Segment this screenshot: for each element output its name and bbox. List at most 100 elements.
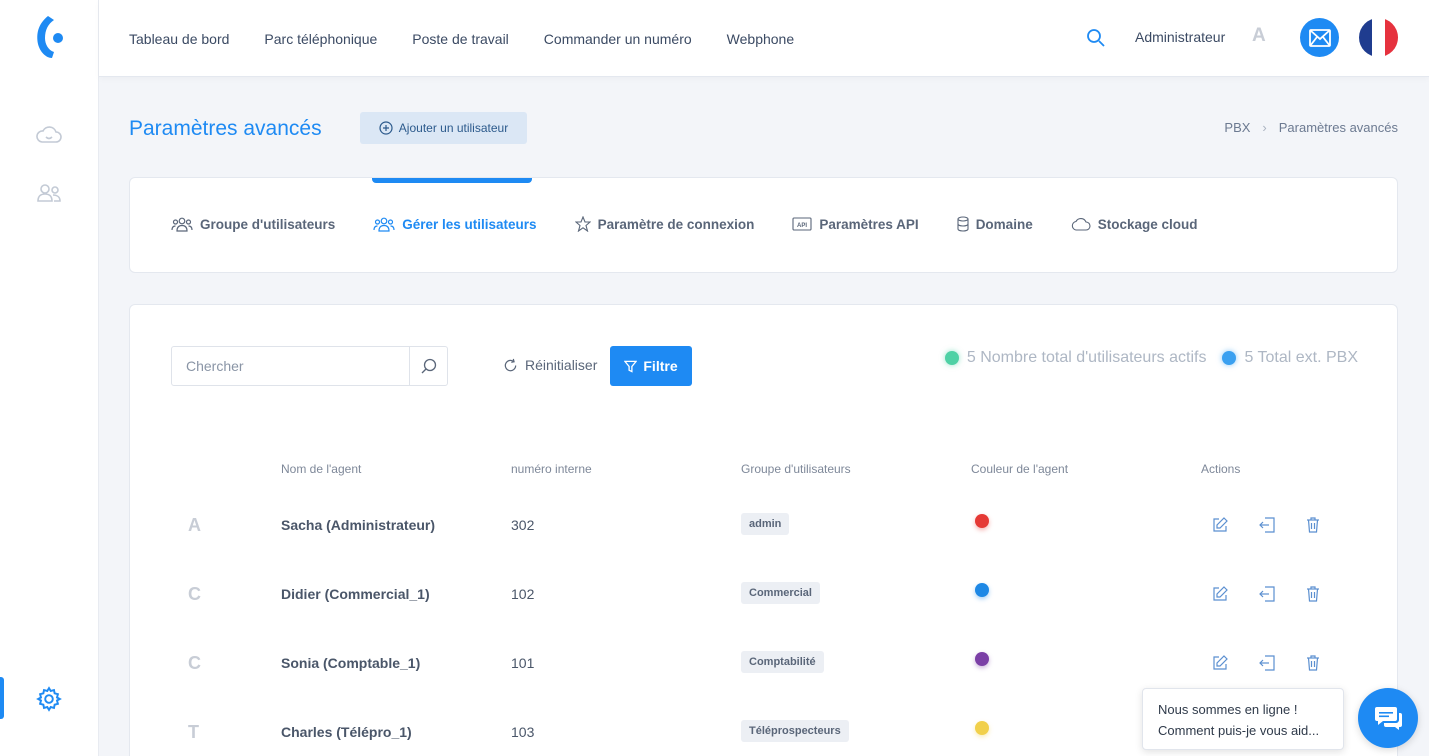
login-as-icon[interactable]: [1258, 585, 1276, 603]
nav-dashboard[interactable]: Tableau de bord: [129, 31, 229, 47]
agent-color-dot: [975, 721, 989, 735]
tabs: Groupe d'utilisateurs Gérer les utilisat…: [171, 216, 1197, 232]
table-row: C Didier (Commercial_1) 102 Commercial: [130, 567, 1397, 636]
active-tab-indicator: [372, 178, 532, 183]
internal-number: 101: [511, 655, 535, 671]
edit-icon[interactable]: [1211, 654, 1229, 672]
cloud-phone-icon[interactable]: [34, 120, 64, 150]
logo-icon[interactable]: [34, 14, 66, 60]
filter-button[interactable]: Filtre: [610, 346, 692, 386]
trash-icon[interactable]: [1304, 516, 1322, 534]
cloud-icon: [1071, 218, 1091, 231]
tab-manage-users[interactable]: Gérer les utilisateurs: [373, 216, 537, 232]
login-as-icon[interactable]: [1258, 516, 1276, 534]
active-users-stat: 5 Nombre total d'utilisateurs actifs: [944, 349, 1206, 367]
language-flag-fr[interactable]: [1359, 18, 1398, 57]
agent-color-dot: [975, 514, 989, 528]
pbx-ext-dot: [1222, 351, 1237, 365]
add-user-button[interactable]: Ajouter un utilisateur: [360, 112, 527, 144]
chevron-right-icon: ›: [1262, 120, 1267, 135]
users-icon: [171, 217, 193, 232]
star-icon: [574, 216, 591, 232]
tab-label: Domaine: [975, 216, 1033, 232]
chat-icon: [1375, 707, 1402, 730]
sidebar-active-indicator: [0, 677, 4, 719]
chat-bubble[interactable]: Nous sommes en ligne ! Comment puis-je v…: [1142, 688, 1344, 750]
page-title: Paramètres avancés: [129, 117, 322, 140]
header-actions: Actions: [1201, 462, 1241, 476]
pbx-ext-text: 5 Total ext. PBX: [1244, 349, 1358, 366]
database-icon: [957, 216, 969, 232]
reset-button[interactable]: Réinitialiser: [503, 357, 597, 373]
search-icon[interactable]: [1085, 27, 1107, 49]
search-button[interactable]: [409, 347, 447, 385]
internal-number: 102: [511, 586, 535, 602]
main-nav: Tableau de bord Parc téléphonique Poste …: [129, 0, 794, 77]
users-icon: [373, 217, 395, 232]
tab-label: Stockage cloud: [1097, 216, 1198, 232]
topbar: Tableau de bord Parc téléphonique Poste …: [99, 0, 1429, 77]
trash-icon[interactable]: [1304, 654, 1322, 672]
filter-icon: [624, 360, 638, 373]
breadcrumb-pbx[interactable]: PBX: [1224, 120, 1250, 135]
internal-number: 302: [511, 517, 535, 533]
plus-circle-icon: [379, 121, 393, 135]
admin-avatar[interactable]: A: [1252, 25, 1266, 47]
nav-workstation[interactable]: Poste de travail: [412, 31, 509, 47]
tab-connection-settings[interactable]: Paramètre de connexion: [574, 216, 755, 232]
group-badge: Commercial: [741, 582, 820, 604]
search-icon: [421, 358, 436, 374]
tab-label: Paramètres API: [819, 216, 919, 232]
mail-button[interactable]: [1300, 18, 1339, 57]
tab-cloud-storage[interactable]: Stockage cloud: [1071, 216, 1198, 232]
active-users-dot: [944, 351, 959, 365]
agent-avatar: C: [188, 584, 201, 604]
search-box: [171, 346, 448, 386]
gear-icon[interactable]: [34, 684, 64, 714]
tab-user-groups[interactable]: Groupe d'utilisateurs: [171, 216, 335, 232]
agent-avatar: T: [188, 722, 199, 742]
tab-label: Paramètre de connexion: [597, 216, 755, 232]
breadcrumb: PBX › Paramètres avancés: [1224, 120, 1398, 135]
agent-avatar: C: [188, 653, 201, 673]
admin-name[interactable]: Administrateur: [1135, 29, 1225, 45]
agent-name: Charles (Télépro_1): [281, 724, 412, 740]
header-agent-name: Nom de l'agent: [281, 462, 362, 476]
agent-name: Sonia (Comptable_1): [281, 655, 421, 671]
reset-label: Réinitialiser: [525, 357, 598, 373]
filter-label: Filtre: [643, 358, 678, 374]
header-user-group: Groupe d'utilisateurs: [741, 462, 851, 476]
agent-color-dot: [975, 583, 989, 597]
group-badge: admin: [741, 513, 790, 535]
search-input[interactable]: [172, 347, 409, 385]
nav-phone-park[interactable]: Parc téléphonique: [264, 31, 377, 47]
tab-label: Groupe d'utilisateurs: [200, 216, 336, 232]
refresh-icon: [504, 358, 517, 371]
agent-name: Sacha (Administrateur): [281, 517, 436, 533]
nav-webphone[interactable]: Webphone: [727, 31, 794, 47]
add-user-label: Ajouter un utilisateur: [398, 121, 509, 135]
edit-icon[interactable]: [1211, 516, 1229, 534]
breadcrumb-current: Paramètres avancés: [1278, 120, 1398, 135]
tab-domain[interactable]: Domaine: [957, 216, 1033, 232]
agent-color-dot: [975, 652, 989, 666]
users-icon[interactable]: [34, 178, 64, 208]
sidebar: [0, 0, 99, 756]
stats: 5 Nombre total d'utilisateurs actifs 5 T…: [944, 349, 1358, 367]
internal-number: 103: [511, 724, 535, 740]
group-badge: Téléprospecteurs: [741, 720, 849, 742]
header-agent-color: Couleur de l'agent: [971, 462, 1069, 476]
chat-button[interactable]: [1358, 688, 1418, 748]
agent-avatar: A: [188, 515, 201, 535]
edit-icon[interactable]: [1211, 585, 1229, 603]
tab-api-settings[interactable]: API Paramètres API: [792, 216, 919, 232]
login-as-icon[interactable]: [1258, 654, 1276, 672]
header-internal-number: numéro interne: [511, 462, 592, 476]
trash-icon[interactable]: [1304, 585, 1322, 603]
chat-title: Nous sommes en ligne !: [1158, 702, 1298, 717]
group-badge: Comptabilité: [741, 651, 824, 673]
pbx-ext-stat: 5 Total ext. PBX: [1222, 349, 1358, 367]
nav-order-number[interactable]: Commander un numéro: [544, 31, 692, 47]
mail-icon: [1308, 28, 1331, 47]
table-row: A Sacha (Administrateur) 302 admin: [130, 498, 1397, 567]
